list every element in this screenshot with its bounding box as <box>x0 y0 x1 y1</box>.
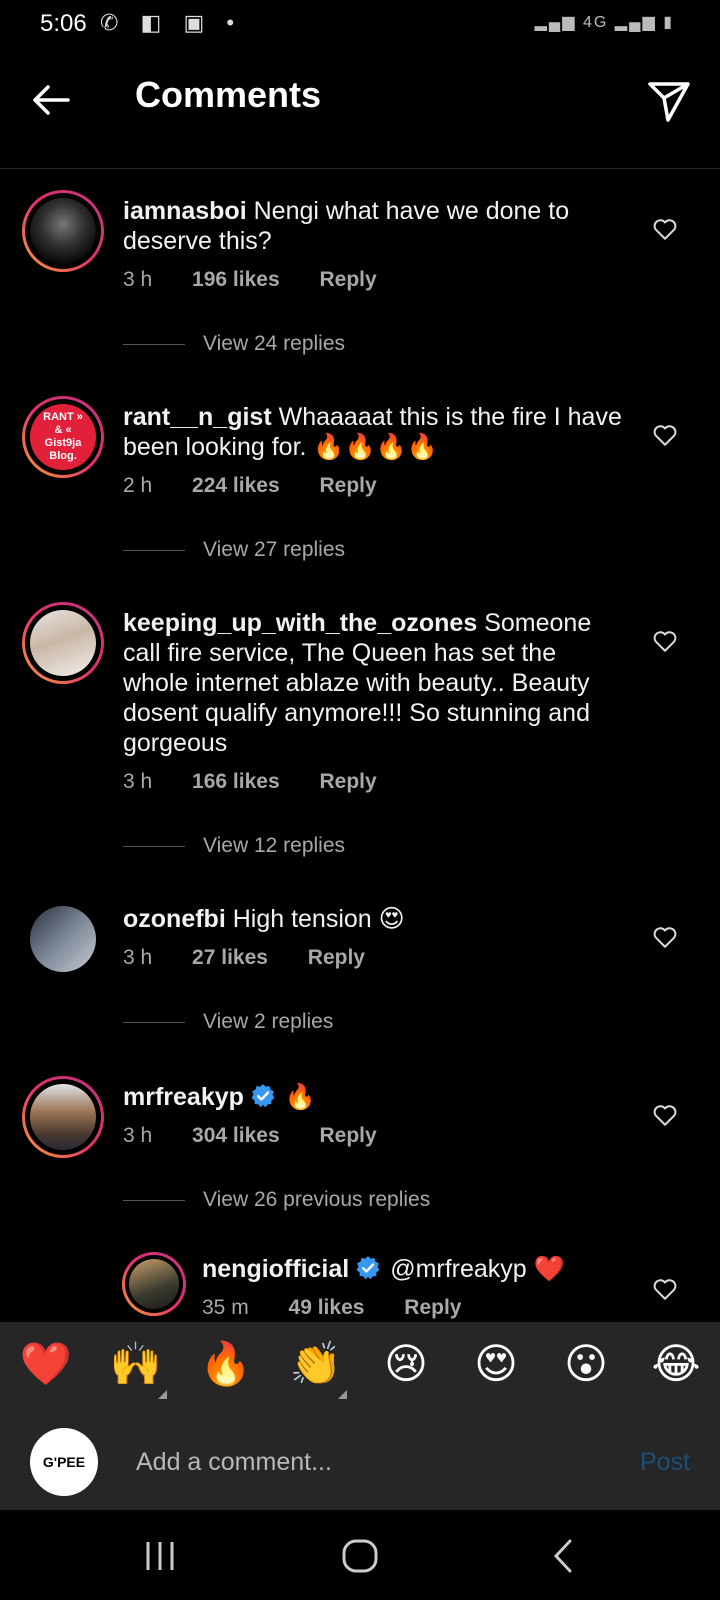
divider-line <box>123 845 185 847</box>
comment-meta: 3 h 166 likes Reply <box>123 770 411 794</box>
network-type: 4G <box>583 14 609 31</box>
view-replies-button[interactable]: View 26 previous replies <box>123 1188 430 1212</box>
comment-text: High tension 😍 <box>232 905 405 933</box>
emoji-laughing[interactable]: 😂 <box>648 1336 704 1392</box>
page-title: Comments <box>135 74 322 115</box>
status-time: 5:06 <box>40 10 87 37</box>
comment-input[interactable]: Add a comment... <box>136 1448 332 1477</box>
reply-time: 35 m <box>202 1296 249 1319</box>
comment-meta: 2 h 224 likes Reply <box>123 474 411 498</box>
avatar[interactable] <box>22 1076 104 1158</box>
comment-time: 3 h <box>123 268 153 291</box>
verified-badge-icon <box>251 1084 275 1108</box>
comment-input-bar: G'PEE Add a comment... Post <box>0 1418 720 1510</box>
avatar[interactable] <box>22 190 104 272</box>
comment-time: 3 h <box>123 946 153 969</box>
comment-meta: 3 h 196 likes Reply <box>123 268 411 292</box>
reply-button[interactable]: Reply <box>319 474 376 497</box>
view-replies-label: View 24 replies <box>203 332 346 355</box>
comment-meta: 3 h 304 likes Reply <box>123 1124 411 1148</box>
reply-text: @mrfreakyp ❤️ <box>390 1255 565 1283</box>
heart-icon[interactable] <box>652 1276 678 1302</box>
send-icon[interactable] <box>644 76 692 124</box>
heart-icon[interactable] <box>652 924 678 950</box>
divider-line <box>123 1021 185 1023</box>
reply-button[interactable]: Reply <box>308 946 365 969</box>
reply-button[interactable]: Reply <box>319 1124 376 1147</box>
divider-line <box>123 549 185 551</box>
comment-time: 3 h <box>123 1124 153 1147</box>
view-replies-label: View 27 replies <box>203 538 346 561</box>
avatar-label: RANT » & « Gist9ja Blog. <box>43 411 83 462</box>
avatar[interactable] <box>122 1252 186 1316</box>
reply-button[interactable]: Reply <box>404 1296 461 1319</box>
view-replies-button[interactable]: View 24 replies <box>123 332 345 356</box>
comment-likes[interactable]: 27 likes <box>192 946 268 969</box>
emoji-heart-eyes[interactable]: 😍 <box>468 1336 524 1392</box>
current-user-avatar: G'PEE <box>30 1428 98 1496</box>
divider-line <box>123 1199 185 1201</box>
app-bar: Comments <box>0 50 720 169</box>
emoji-surprised[interactable]: 😮 <box>558 1336 614 1392</box>
emoji-clapping[interactable]: 👏 <box>288 1336 344 1392</box>
post-button[interactable]: Post <box>640 1448 690 1477</box>
view-replies-button[interactable]: View 27 replies <box>123 538 345 562</box>
skin-tone-indicator-icon <box>158 1390 167 1399</box>
emoji-reaction-bar: ❤️ 🙌 🔥 👏 😢 😍 😮 😂 <box>0 1322 720 1418</box>
reply-likes[interactable]: 49 likes <box>289 1296 365 1319</box>
view-replies-label: View 2 replies <box>203 1010 334 1033</box>
comment-likes[interactable]: 224 likes <box>192 474 280 497</box>
home-icon[interactable] <box>340 1536 380 1576</box>
signal-indicators: ▂▄▆ 4G ▂▄▆ ▮ <box>534 14 674 31</box>
back-icon[interactable] <box>544 1536 584 1576</box>
system-nav-bar <box>0 1510 720 1600</box>
emoji-crying[interactable]: 😢 <box>378 1336 434 1392</box>
recent-apps-icon[interactable] <box>140 1536 180 1576</box>
comment-likes[interactable]: 304 likes <box>192 1124 280 1147</box>
divider-line <box>123 343 185 345</box>
comment-username[interactable]: mrfreakyp <box>123 1083 244 1111</box>
reply-item: nengiofficial @mrfreakyp ❤️ 35 m 49 like… <box>0 1252 720 1322</box>
reply-meta: 35 m 49 likes Reply <box>202 1296 495 1320</box>
comment-username[interactable]: keeping_up_with_the_ozones <box>123 609 477 637</box>
comment-time: 2 h <box>123 474 153 497</box>
comment-text: 🔥 <box>284 1083 316 1111</box>
comment-username[interactable]: rant__n_gist <box>123 403 272 431</box>
heart-icon[interactable] <box>652 628 678 654</box>
verified-badge-icon <box>356 1256 380 1280</box>
heart-icon[interactable] <box>652 422 678 448</box>
comment-username[interactable]: iamnasboi <box>123 197 247 225</box>
skin-tone-indicator-icon <box>338 1390 347 1399</box>
emoji-heart[interactable]: ❤️ <box>18 1336 74 1392</box>
emoji-fire[interactable]: 🔥 <box>198 1336 254 1392</box>
comment-username[interactable]: ozonefbi <box>123 905 226 933</box>
view-replies-label: View 12 replies <box>203 834 346 857</box>
notification-icons: ✆ ◧ ▣ • <box>100 10 243 35</box>
reply-button[interactable]: Reply <box>319 268 376 291</box>
avatar[interactable] <box>22 602 104 684</box>
avatar[interactable] <box>22 898 104 980</box>
comment-likes[interactable]: 196 likes <box>192 268 280 291</box>
reply-button[interactable]: Reply <box>319 770 376 793</box>
view-replies-label: View 26 previous replies <box>203 1188 431 1211</box>
heart-icon[interactable] <box>652 1102 678 1128</box>
comment-time: 3 h <box>123 770 153 793</box>
status-bar: 5:06 ✆ ◧ ▣ • ▂▄▆ 4G ▂▄▆ ▮ <box>0 0 720 50</box>
view-replies-button[interactable]: View 2 replies <box>123 1010 333 1034</box>
comment-likes[interactable]: 166 likes <box>192 770 280 793</box>
back-arrow-icon[interactable] <box>28 76 76 124</box>
avatar[interactable]: RANT » & « Gist9ja Blog. <box>22 396 104 478</box>
comment-meta: 3 h 27 likes Reply <box>123 946 399 970</box>
heart-icon[interactable] <box>652 216 678 242</box>
reply-username[interactable]: nengiofficial <box>202 1255 349 1283</box>
view-replies-button[interactable]: View 12 replies <box>123 834 345 858</box>
emoji-raising-hands[interactable]: 🙌 <box>108 1336 164 1392</box>
